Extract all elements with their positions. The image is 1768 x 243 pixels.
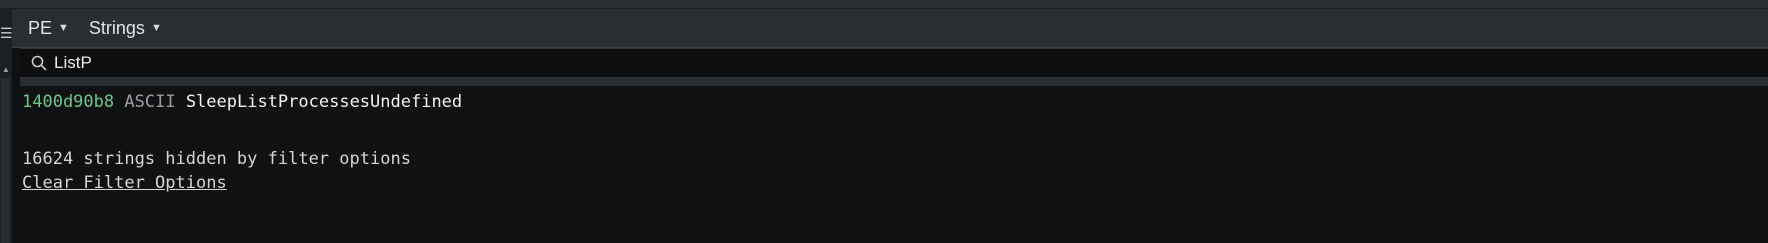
view-menu[interactable]: Strings ▼ — [89, 18, 162, 39]
format-menu[interactable]: PE ▼ — [28, 18, 69, 39]
results-header-bar — [20, 78, 1768, 86]
hidden-strings-notice: 16624 strings hidden by filter options — [22, 149, 411, 169]
search-input[interactable] — [54, 53, 654, 73]
search-icon — [30, 54, 48, 72]
string-value: SleepListProcessesUndefined — [185, 92, 463, 112]
left-sidebar-strip: ☰ ▲ — [0, 8, 13, 243]
window-top-border — [0, 0, 1768, 9]
search-bar — [20, 48, 1768, 78]
clear-filter-link[interactable]: Clear Filter Options — [22, 172, 227, 194]
menu-icon[interactable]: ☰ — [0, 25, 13, 41]
string-address[interactable]: 1400d90b8 — [22, 92, 114, 112]
scrollbar-track[interactable] — [1, 78, 10, 243]
caret-down-icon: ▼ — [58, 22, 69, 34]
string-encoding: ASCII — [124, 92, 176, 112]
list-item[interactable]: 1400d90b8 ASCII SleepListProcessesUndefi… — [22, 91, 462, 113]
scroll-up-icon[interactable]: ▲ — [0, 64, 12, 76]
caret-down-icon: ▼ — [150, 22, 162, 34]
view-menu-label: Strings — [88, 17, 145, 38]
toolbar: PE ▼ Strings ▼ — [12, 9, 1768, 48]
format-menu-label: PE — [28, 17, 53, 38]
results-list: 1400d90b8 ASCII SleepListProcessesUndefi… — [22, 90, 1768, 243]
